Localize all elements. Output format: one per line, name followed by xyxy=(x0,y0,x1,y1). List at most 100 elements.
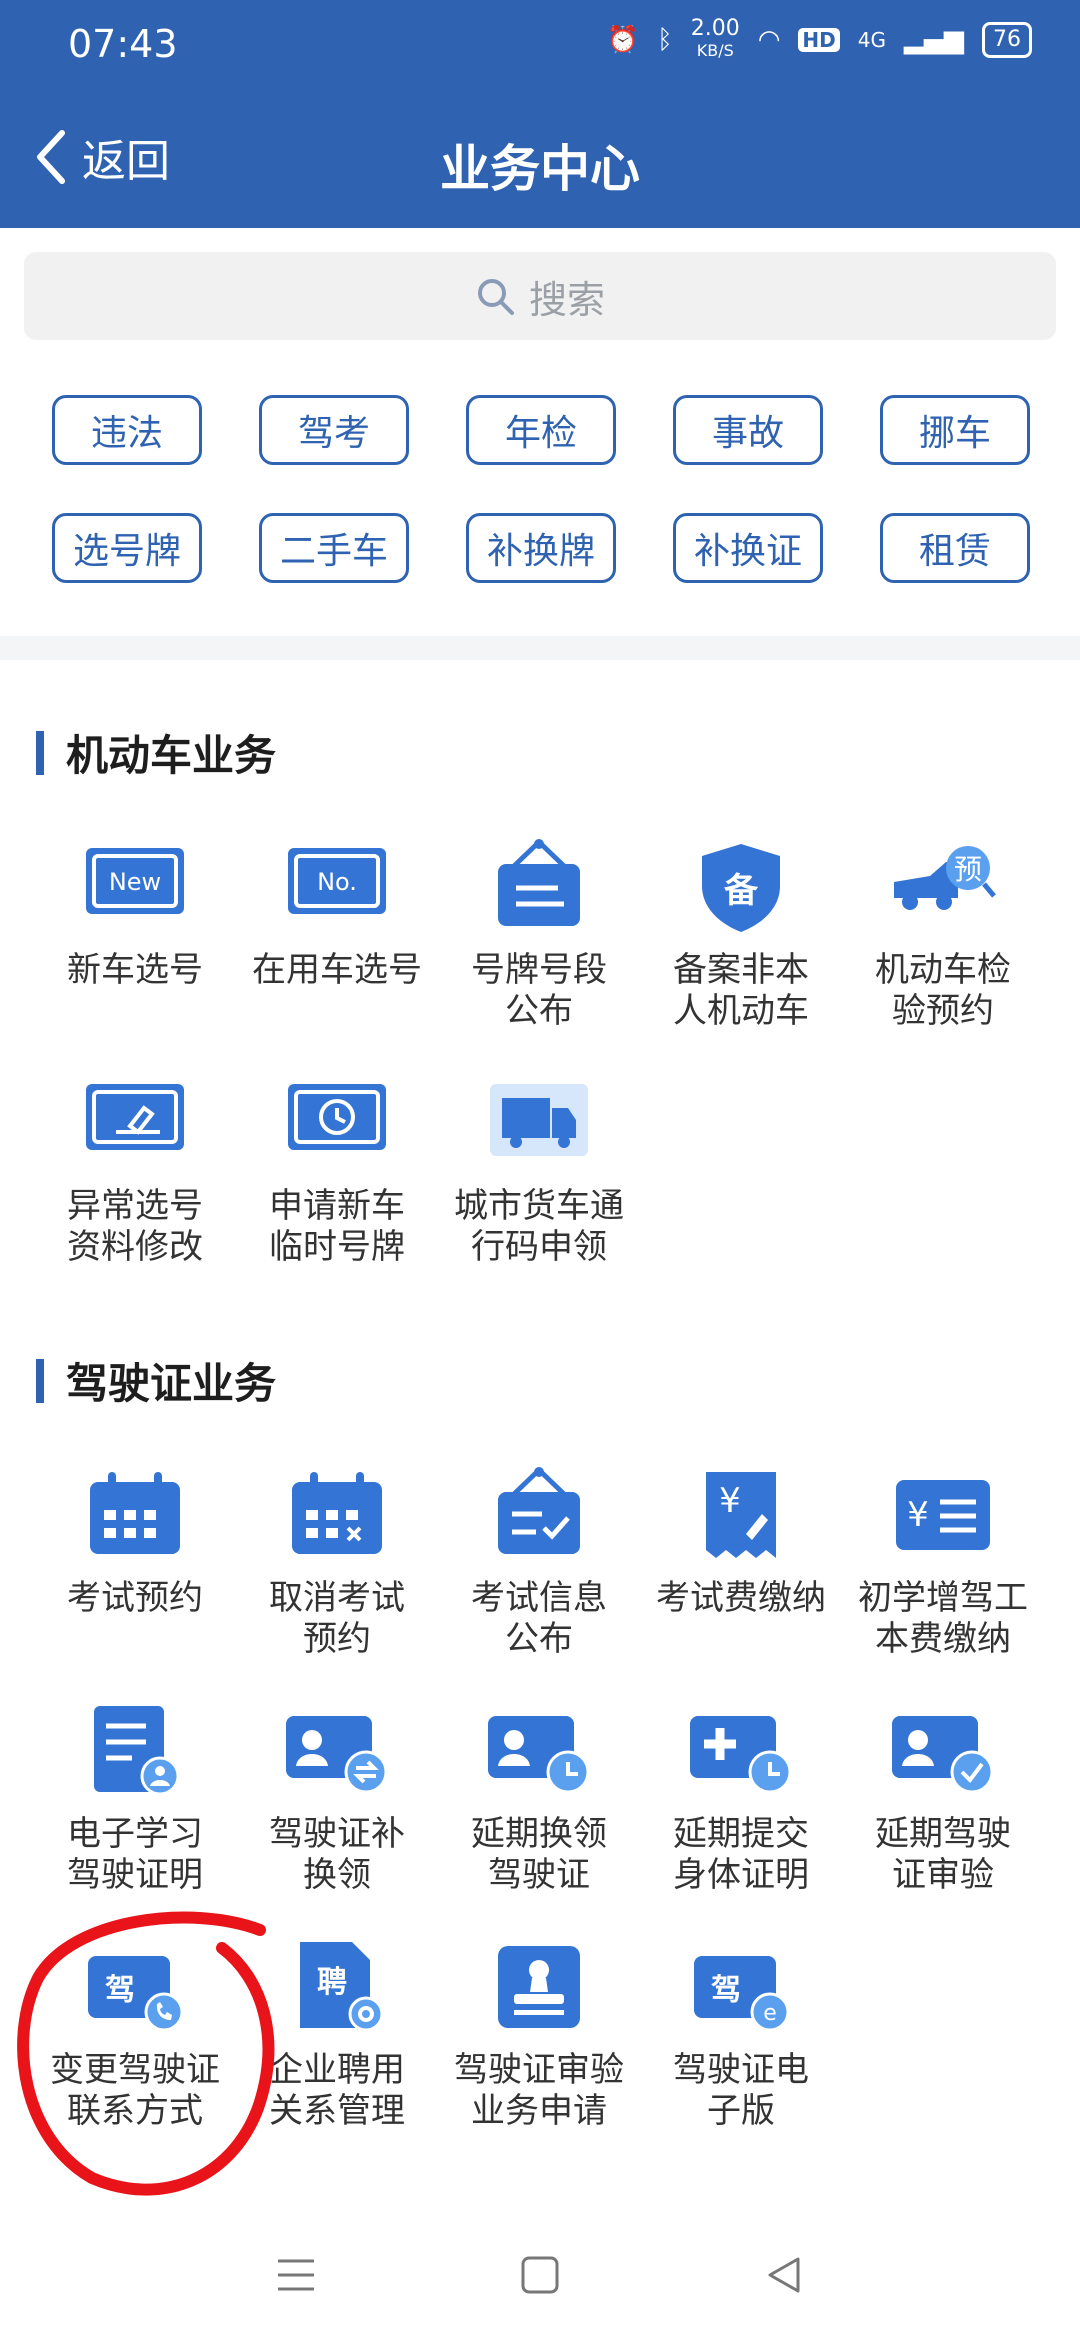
quick-tags: 违法 驾考 年检 事故 挪车 选号牌 二手车 补换牌 补换证 租赁 xyxy=(52,395,1032,583)
vehicle-services-grid: New 新车选号 No. 在用车选号 号牌号段 公布备备案非本 人机动车预机动车检 验预… xyxy=(0,838,1080,1310)
service-tile-label: 驾驶证审验 业务申请 xyxy=(454,2050,624,2131)
back-triangle-icon[interactable] xyxy=(762,2253,806,2297)
home-icon[interactable] xyxy=(518,2253,562,2297)
service-tile-label: 变更驾驶证 联系方式 xyxy=(50,2050,220,2131)
tag-weifa[interactable]: 违法 xyxy=(52,395,202,465)
service-tile[interactable]: 备备案非本 人机动车 xyxy=(640,838,842,1074)
svg-text:¥: ¥ xyxy=(907,1495,929,1535)
document-user-icon xyxy=(94,1706,180,1796)
service-tile[interactable]: No. 在用车选号 xyxy=(236,838,438,1074)
tag-shigu[interactable]: 事故 xyxy=(673,395,823,465)
battery-indicator: 76 xyxy=(982,22,1032,58)
section-accent-bar xyxy=(36,730,44,775)
section-title-license: 驾驶证业务 xyxy=(36,1350,276,1411)
tag-nuoche[interactable]: 挪车 xyxy=(880,395,1030,465)
svg-text:New: New xyxy=(109,868,161,896)
menu-icon[interactable] xyxy=(274,2253,318,2297)
status-bar: 07:43 ⏰ ᛒ 2.00 KB/S ◠ HD 4G ▂▄▆ 76 xyxy=(0,0,1080,95)
service-tile[interactable]: 考试信息 公布 xyxy=(438,1466,640,1702)
service-tile[interactable]: 驾 e 驾驶证电 子版 xyxy=(640,1938,842,2174)
tag-jiakao[interactable]: 驾考 xyxy=(259,395,409,465)
service-tile[interactable]: New 新车选号 xyxy=(34,838,236,1074)
section-divider xyxy=(0,636,1080,660)
service-tile[interactable]: 异常选号 资料修改 xyxy=(34,1074,236,1310)
service-tile[interactable]: 驾驶证补 换领 xyxy=(236,1702,438,1938)
network-speed: 2.00 KB/S xyxy=(690,16,740,61)
hanging-sign-icon xyxy=(498,839,580,926)
svg-text:聘: 聘 xyxy=(317,1965,347,2000)
service-tile-label: 延期换领 驾驶证 xyxy=(471,1814,607,1895)
edit-plate-icon xyxy=(86,1084,184,1150)
service-tile-label: 申请新车 临时号牌 xyxy=(269,1186,405,1267)
service-tile[interactable]: ¥ 初学增驾工 本费缴纳 xyxy=(842,1466,1044,1702)
search-placeholder: 搜索 xyxy=(528,277,605,322)
license-swap-icon xyxy=(286,1716,388,1794)
tag-ershouche[interactable]: 二手车 xyxy=(259,513,409,583)
page-title: 业务中心 xyxy=(440,140,640,198)
stamp-icon xyxy=(498,1946,580,2028)
service-tile-label: 城市货车通 行码申领 xyxy=(454,1186,624,1267)
service-tile-label: 延期驾驶 证审验 xyxy=(875,1814,1011,1895)
service-tile[interactable]: 电子学习 驾驶证明 xyxy=(34,1702,236,1938)
service-tile[interactable]: 预机动车检 验预约 xyxy=(842,838,1044,1074)
service-tile-label: 企业聘用 关系管理 xyxy=(269,2050,405,2131)
svg-text:¥: ¥ xyxy=(719,1481,741,1521)
number-plate-icon: No. xyxy=(288,848,386,914)
service-tile[interactable]: 驾变更驾驶证 联系方式 xyxy=(34,1938,236,2174)
service-tile-label: 延期提交 身体证明 xyxy=(673,1814,809,1895)
service-tile[interactable]: 聘企业聘用 关系管理 xyxy=(236,1938,438,2174)
service-tile[interactable]: 延期换领 驾驶证 xyxy=(438,1702,640,1938)
service-tile-label: 号牌号段 公布 xyxy=(471,950,607,1031)
svg-text:No.: No. xyxy=(317,868,357,896)
service-tile-label: 异常选号 资料修改 xyxy=(67,1186,203,1267)
tag-buhuanpai[interactable]: 补换牌 xyxy=(466,513,616,583)
service-tile[interactable]: 延期驾驶 证审验 xyxy=(842,1702,1044,1938)
yen-card-icon: ¥ xyxy=(896,1480,990,1550)
search-icon xyxy=(477,279,514,315)
shield-record-icon: 备 xyxy=(702,844,780,932)
calendar-cancel-icon xyxy=(292,1472,382,1554)
svg-text:备: 备 xyxy=(724,871,759,911)
service-tile-label: 考试信息 公布 xyxy=(471,1578,607,1659)
service-tile[interactable]: 驾驶证审验 业务申请 xyxy=(438,1938,640,2174)
service-tile-label: 取消考试 预约 xyxy=(269,1578,405,1659)
service-tile[interactable]: 考试预约 xyxy=(34,1466,236,1702)
service-tile-label: 机动车检 验预约 xyxy=(875,950,1011,1031)
tag-zulin[interactable]: 租赁 xyxy=(880,513,1030,583)
service-tile[interactable]: 城市货车通 行码申领 xyxy=(438,1074,640,1310)
tag-nianjian[interactable]: 年检 xyxy=(466,395,616,465)
header-bar: 返回 业务中心 xyxy=(0,95,1080,228)
yen-receipt-icon: ¥ xyxy=(706,1472,776,1558)
service-tile-label: 驾驶证补 换领 xyxy=(269,1814,405,1895)
truck-appointment-icon: 预 xyxy=(894,846,996,910)
service-tile[interactable]: 申请新车 临时号牌 xyxy=(236,1074,438,1310)
tag-xuanhaopai[interactable]: 选号牌 xyxy=(52,513,202,583)
search-input[interactable]: 搜索 xyxy=(24,252,1056,340)
wifi-icon: ◠ xyxy=(757,25,781,55)
service-tile-label: 初学增驾工 本费缴纳 xyxy=(858,1578,1028,1659)
service-tile-label: 考试费缴纳 xyxy=(656,1578,826,1618)
service-tile-label: 备案非本 人机动车 xyxy=(673,950,809,1031)
status-time: 07:43 xyxy=(68,22,178,66)
signal-icon: ▂▄▆ xyxy=(904,25,964,55)
status-icons: ⏰ ᛒ 2.00 KB/S ◠ HD 4G ▂▄▆ 76 xyxy=(607,18,1032,62)
bluetooth-icon: ᛒ xyxy=(657,25,673,55)
license-services-grid: 考试预约 取消考试 预约 考试信息 公布 ¥ 考试费缴纳 ¥ 初学增驾工 本费缴纳电子学习 … xyxy=(0,1466,1080,2174)
svg-text:预: 预 xyxy=(954,853,982,886)
license-clock-icon xyxy=(488,1716,590,1794)
service-tile[interactable]: 延期提交 身体证明 xyxy=(640,1702,842,1938)
svg-text:e: e xyxy=(763,2001,777,2026)
hire-gear-icon: 聘 xyxy=(300,1942,384,2032)
license-e-icon: 驾e xyxy=(694,1956,790,2032)
tag-buhuanzheng[interactable]: 补换证 xyxy=(673,513,823,583)
section-title-vehicle: 机动车业务 xyxy=(36,722,276,783)
service-tile[interactable]: 号牌号段 公布 xyxy=(438,838,640,1074)
svg-text:驾: 驾 xyxy=(711,1973,741,2008)
service-tile-label: 驾驶证电 子版 xyxy=(673,2050,809,2131)
calendar-icon xyxy=(90,1472,180,1554)
svg-text:驾: 驾 xyxy=(105,1973,135,2008)
service-tile-label: 新车选号 xyxy=(67,950,203,990)
service-tile[interactable]: ¥ 考试费缴纳 xyxy=(640,1466,842,1702)
service-tile[interactable]: 取消考试 预约 xyxy=(236,1466,438,1702)
license-phone-icon: 驾 xyxy=(88,1956,184,2032)
